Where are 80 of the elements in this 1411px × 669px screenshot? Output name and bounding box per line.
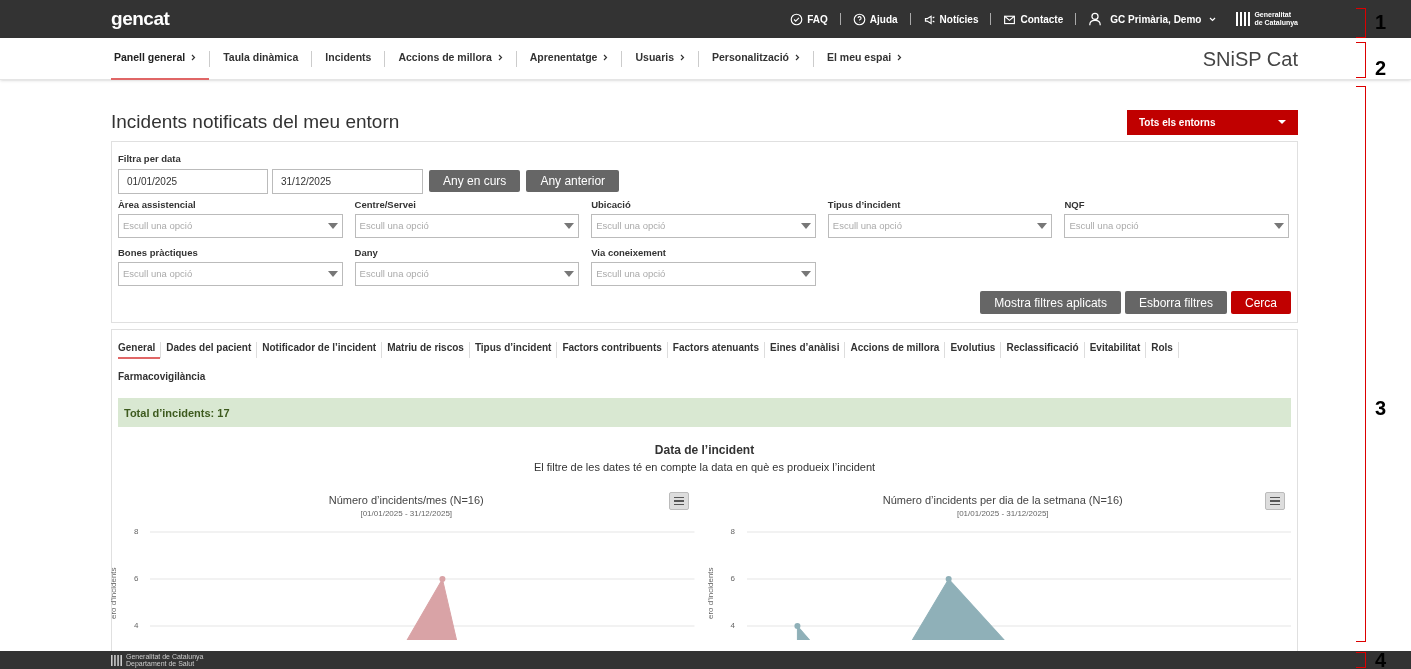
select-label: Centre/Servei <box>354 197 417 212</box>
tab[interactable]: Factors atenuants <box>667 340 764 360</box>
y-tick-label: 6 <box>730 575 736 586</box>
tab[interactable]: Farmacovigilància <box>118 369 211 389</box>
chart-subtitle: [01/01/2025 - 31/12/2025] <box>956 508 1049 521</box>
callout-number: 3 <box>1375 398 1387 418</box>
top-link[interactable]: Notícies <box>910 11 991 27</box>
tab[interactable]: Notificador de l’incident <box>257 340 382 360</box>
nav-item[interactable]: El meu espai <box>814 37 916 80</box>
date-preset-button[interactable]: Any en curs <box>429 169 521 192</box>
caret-icon <box>564 223 575 229</box>
columns-emblem-icon <box>1236 12 1251 26</box>
caret-icon <box>1274 223 1284 229</box>
chevron-down-icon <box>1209 16 1217 22</box>
tab[interactable]: Factors contribuents <box>557 340 667 360</box>
nav-item[interactable]: Incidents <box>312 37 385 80</box>
caret-icon <box>800 271 811 278</box>
date-from-field[interactable]: 01/01/2025 <box>118 168 268 194</box>
caret-icon <box>327 271 338 278</box>
tab[interactable]: Evitabilitat <box>1084 340 1146 360</box>
nav-item[interactable]: Aprenentatge <box>516 37 622 80</box>
tab[interactable]: Accions de millora <box>845 340 945 360</box>
app-name: SNiSP Cat <box>1202 46 1298 72</box>
user-icon <box>1088 12 1103 26</box>
user-menu[interactable]: GC Primària, Demo <box>1076 11 1229 27</box>
megaphone-icon <box>922 12 936 26</box>
tab[interactable]: Matriu de riscos <box>382 340 469 360</box>
top-link[interactable]: Ajuda <box>840 11 910 27</box>
y-tick-label: 4 <box>730 622 736 633</box>
select-label: Via coneixement <box>591 246 667 260</box>
help-icon <box>852 12 866 26</box>
select-label: Ubicació <box>591 197 632 212</box>
filter-action-button[interactable]: Esborra filtres <box>1124 291 1227 315</box>
section-subtitle: El filtre de les dates té en compte la data en què es produeix l’incident <box>532 460 877 476</box>
top-link[interactable]: FAQ <box>778 11 840 27</box>
tab[interactable]: Rols <box>1146 340 1178 360</box>
nav-item[interactable]: Personalització <box>699 37 813 80</box>
chart-title: Número d’incidents/mes (N=16) <box>328 492 484 508</box>
select-label: Tipus d’incident <box>827 197 902 212</box>
caret-icon <box>1037 223 1048 229</box>
chart-subtitle: [01/01/2025 - 31/12/2025] <box>360 508 453 521</box>
select-label: Àrea assistencial <box>118 197 197 212</box>
tab[interactable]: Eines d’anàlisi <box>765 340 845 360</box>
filter-action-button[interactable]: Mostra filtres aplicats <box>980 291 1121 315</box>
y-axis-label: ero d’incidents <box>704 567 716 620</box>
top-link[interactable]: Contacte <box>991 11 1076 27</box>
total-banner: Total d’incidents: 17 <box>118 398 1291 428</box>
y-tick-label: 6 <box>134 575 140 586</box>
y-tick-label: 4 <box>134 622 140 633</box>
caret-icon <box>327 223 338 229</box>
scope-dropdown[interactable]: Tots els entorns <box>1127 109 1298 135</box>
tab[interactable]: Reclassificació <box>1001 340 1084 360</box>
menu-button[interactable] <box>1265 491 1285 510</box>
section-title: Data de l’incident <box>653 442 756 460</box>
nav-item[interactable]: Accions de millora <box>385 37 516 80</box>
menu-button[interactable] <box>668 491 689 510</box>
select-label: Bones pràctiques <box>118 246 199 260</box>
y-tick-label: 8 <box>134 528 140 539</box>
gencat-logo[interactable]: gencat <box>111 4 170 34</box>
caret-icon <box>800 223 811 229</box>
page-title: Incidents notificats del meu entorn <box>111 110 400 134</box>
nav-item[interactable]: Panell general <box>111 37 210 80</box>
tab[interactable]: Dades del pacient <box>161 340 257 360</box>
y-axis-label: ero d’incidents <box>108 567 119 620</box>
select-label: NQF <box>1064 197 1086 212</box>
columns-emblem-icon <box>111 654 122 666</box>
filter-label: Filtra per data <box>118 151 182 166</box>
caret-icon <box>564 271 575 278</box>
y-tick-label: 8 <box>730 528 736 539</box>
nav-item[interactable]: Usuaris <box>622 37 698 80</box>
chart-title: Número d’incidents per dia de la setmana (N=16) <box>882 492 1123 508</box>
tab[interactable]: Evolutius <box>945 340 1001 360</box>
tab[interactable]: Tipus d’incident <box>469 340 557 360</box>
date-to-field[interactable]: 31/12/2025 <box>272 168 423 194</box>
check-circle-icon <box>790 12 804 26</box>
select-label: Dany <box>354 246 379 260</box>
filter-action-button[interactable]: Cerca <box>1231 291 1291 315</box>
nav-item[interactable]: Taula dinàmica <box>210 37 312 80</box>
callout-number: 2 <box>1375 58 1387 78</box>
date-preset-button[interactable]: Any anterior <box>526 169 620 192</box>
